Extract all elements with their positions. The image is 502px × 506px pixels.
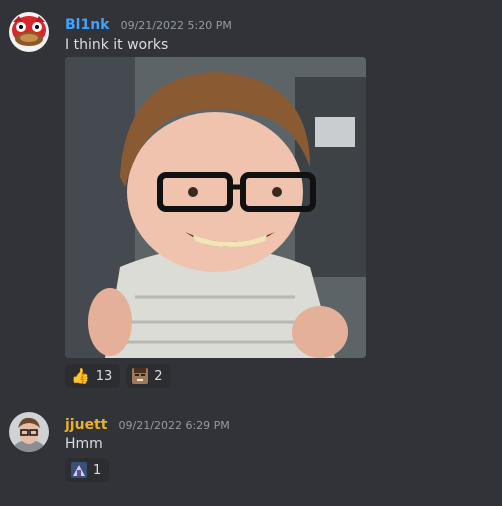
message-header: jjuett 09/21/2022 6:29 PM	[65, 414, 230, 433]
meme-image-icon	[65, 57, 366, 358]
reaction-bar: 👍 13 2	[65, 364, 171, 388]
reaction-custom[interactable]: 1	[65, 458, 110, 482]
user-avatar-jjuett[interactable]	[9, 412, 49, 452]
username[interactable]: Bl1nk	[65, 17, 110, 33]
image-attachment[interactable]	[65, 57, 366, 358]
message-text: I think it works	[65, 37, 169, 53]
thumbs-up-icon: 👍	[71, 366, 90, 385]
reaction-bar: 1	[65, 458, 110, 482]
username[interactable]: jjuett	[65, 417, 107, 433]
message-header: Bl1nk 09/21/2022 5:20 PM	[65, 14, 232, 33]
reaction-count: 2	[154, 368, 163, 384]
reaction-count: 13	[95, 368, 113, 384]
ugandan-knuckles-avatar-icon	[9, 12, 49, 52]
face-emoji-icon	[132, 368, 149, 384]
message-2: jjuett 09/21/2022 6:29 PM Hmm 1	[0, 400, 502, 500]
reaction-count: 1	[93, 462, 102, 478]
timestamp: 09/21/2022 6:29 PM	[118, 419, 230, 432]
message-text: Hmm	[65, 436, 103, 452]
reaction-face[interactable]: 2	[126, 364, 171, 388]
user-avatar-bl1nk[interactable]	[9, 12, 49, 52]
reaction-thumbs-up[interactable]: 👍 13	[65, 364, 121, 388]
custom-emoji-icon	[71, 462, 87, 478]
timestamp: 09/21/2022 5:20 PM	[120, 19, 232, 32]
message-1: Bl1nk 09/21/2022 5:20 PM I think it work…	[0, 0, 502, 395]
glasses-person-avatar-icon	[9, 412, 49, 452]
